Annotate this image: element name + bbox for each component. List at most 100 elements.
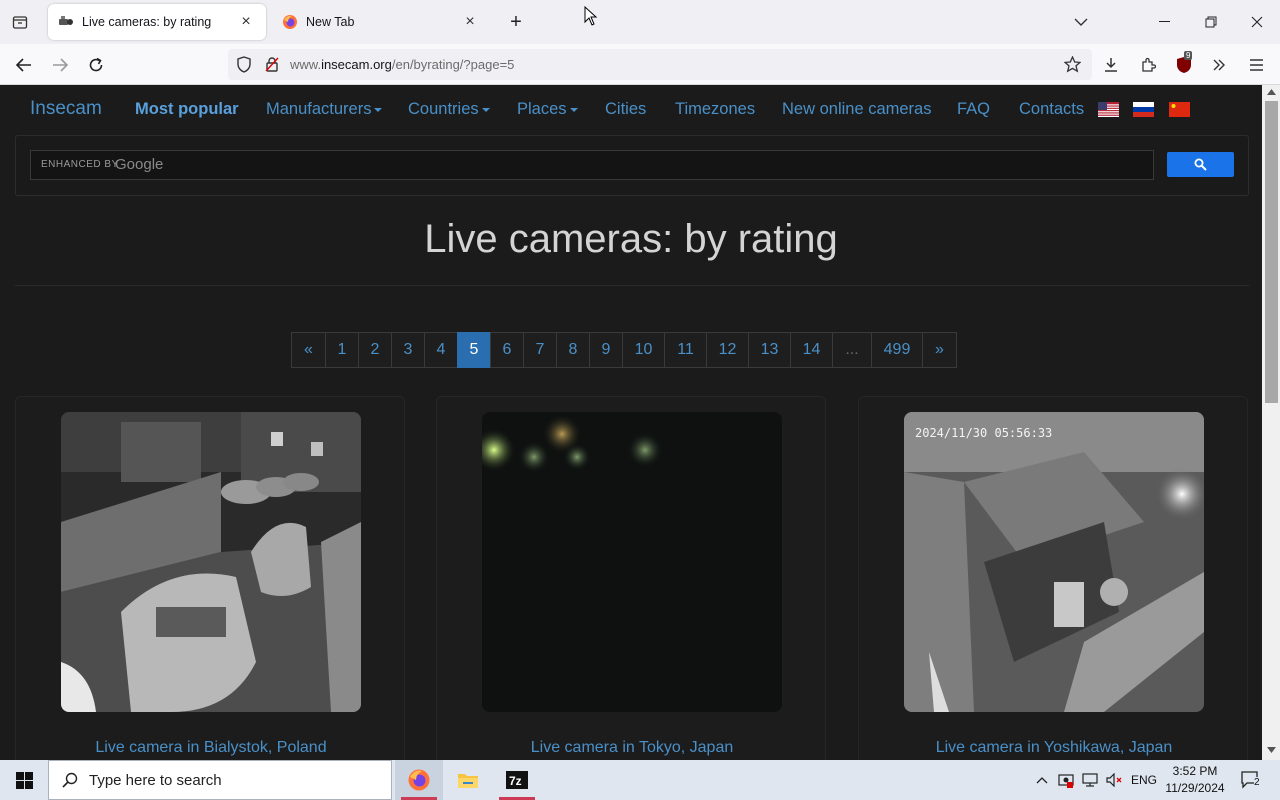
pagination-page[interactable]: 13 [748,332,791,368]
nav-timezones[interactable]: Timezones [675,100,755,119]
lock-warning-icon[interactable] [264,56,280,73]
russia-flag-icon[interactable] [1133,102,1154,117]
url-bar[interactable]: www.insecam.org/en/byrating/?page=5 [228,49,1092,80]
camera-thumbnail[interactable] [482,412,782,712]
show-hidden-icons-button[interactable] [1033,760,1051,800]
camera-caption-link[interactable]: Live camera in Bialystok, Poland [16,739,406,757]
minimize-icon [1159,21,1170,22]
brand-link[interactable]: Insecam [30,98,102,120]
pagination-page[interactable]: 3 [391,332,425,368]
volume-tray-icon[interactable] [1104,760,1124,800]
tray-app-icon[interactable] [1056,760,1076,800]
close-window-button[interactable] [1234,0,1280,44]
camera-caption-link[interactable]: Live camera in Yoshikawa, Japan [859,739,1249,757]
scroll-down-icon[interactable] [1267,747,1276,753]
pagination-page[interactable]: 2 [358,332,392,368]
taskbar-search-placeholder: Type here to search [89,772,222,789]
taskbar-clock[interactable]: 3:52 PM 11/29/2024 [1160,763,1230,797]
us-flag-icon[interactable] [1098,102,1119,117]
pagination-page[interactable]: 11 [664,332,707,368]
extensions-button[interactable] [1133,50,1163,80]
forward-button[interactable] [45,50,75,80]
page-scrollbar[interactable] [1262,85,1280,760]
taskbar-search-box[interactable]: Type here to search [48,760,392,800]
search-button[interactable] [1167,152,1234,177]
pagination-page[interactable]: 6 [490,332,524,368]
camera-caption-link[interactable]: Live camera in Tokyo, Japan [437,739,827,757]
pagination-page[interactable]: 9 [589,332,623,368]
close-icon [1251,16,1263,28]
tab-live-cameras[interactable]: Live cameras: by rating × [48,4,266,40]
camera-image-yoshikawa [904,412,1204,712]
close-tab-icon[interactable]: × [236,12,256,32]
scroll-up-icon[interactable] [1267,89,1276,95]
taskbar-7zip[interactable]: 7z [493,760,541,800]
camera-thumbnail[interactable]: 2024/11/30 05:56:33 [904,412,1204,712]
nav-contacts[interactable]: Contacts [1019,100,1084,119]
nav-manufacturers-label: Manufacturers [266,100,372,118]
clock-time: 3:52 PM [1172,764,1218,778]
new-tab-button[interactable]: + [502,8,530,36]
pagination-page[interactable]: 4 [424,332,458,368]
pagination-ellipsis: ... [832,332,872,368]
page-title: Live cameras: by rating [424,217,838,261]
caret-down-icon [481,107,490,112]
pagination-page[interactable]: 5 [457,332,491,368]
pagination-prev[interactable]: « [291,332,326,368]
downloads-button[interactable] [1096,50,1126,80]
nav-new-cameras[interactable]: New online cameras [782,100,931,119]
pagination-page[interactable]: 14 [790,332,833,368]
shield-icon[interactable] [236,56,252,73]
list-all-tabs-button[interactable] [1058,0,1104,44]
taskbar-firefox[interactable] [395,760,443,800]
nav-manufacturers[interactable]: Manufacturers [266,100,383,119]
start-button[interactable] [0,760,48,800]
arrow-right-icon [53,58,68,72]
scrollbar-thumb[interactable] [1265,101,1278,403]
reload-button[interactable] [81,50,111,80]
nav-places[interactable]: Places [517,100,578,119]
language-indicator[interactable]: ENG [1128,760,1160,800]
notifications-button[interactable]: 2 [1234,760,1268,800]
tab-list-icon [12,16,28,29]
pagination: «1 2 3 4 5 6 7 8 9 10 11 12 13 14... 499» [291,332,957,368]
camera-thumbnail[interactable] [61,412,361,712]
firefox-icon [408,769,430,791]
camera-image-tokyo [482,412,782,712]
pagination-page[interactable]: 8 [556,332,590,368]
google-search-input[interactable]: ENHANCED BY Google [30,150,1154,180]
nav-faq[interactable]: FAQ [957,100,990,119]
nav-countries[interactable]: Countries [408,100,490,119]
taskbar-file-explorer[interactable] [444,760,492,800]
bookmark-star-icon[interactable] [1064,56,1081,73]
pagination-page[interactable]: 7 [523,332,557,368]
url-text: www.insecam.org/en/byrating/?page=5 [290,57,514,72]
overflow-menu-button[interactable] [1204,50,1234,80]
enhanced-by-label: ENHANCED BY [41,159,119,170]
pagination-page[interactable]: 10 [622,332,665,368]
china-flag-icon[interactable] [1169,102,1190,117]
minimize-button[interactable] [1142,0,1188,44]
svg-text:7z: 7z [509,774,522,788]
google-watermark: Google [115,156,164,173]
tab-list-button[interactable] [6,8,34,36]
tab-new-tab[interactable]: New Tab × [272,4,490,40]
pagination-page[interactable]: 12 [706,332,749,368]
network-tray-icon[interactable] [1080,760,1100,800]
pagination-page[interactable]: 499 [871,332,923,368]
web-page: Insecam Most popular Manufacturers Count… [0,85,1262,760]
nav-most-popular[interactable]: Most popular [135,100,239,119]
pagination-page[interactable]: 1 [325,332,359,368]
ublock-extension-button[interactable]: 9 [1169,50,1199,80]
restore-button[interactable] [1188,0,1234,44]
camera-timestamp: 2024/11/30 05:56:33 [915,426,1053,440]
close-tab-icon[interactable]: × [460,12,480,32]
nav-cities[interactable]: Cities [605,100,646,119]
back-button[interactable] [9,50,39,80]
app-menu-button[interactable] [1241,50,1271,80]
firefox-icon [283,15,297,29]
nav-countries-label: Countries [408,100,479,118]
mouse-cursor-icon [584,6,598,26]
search-icon [62,772,78,788]
pagination-next[interactable]: » [922,332,957,368]
